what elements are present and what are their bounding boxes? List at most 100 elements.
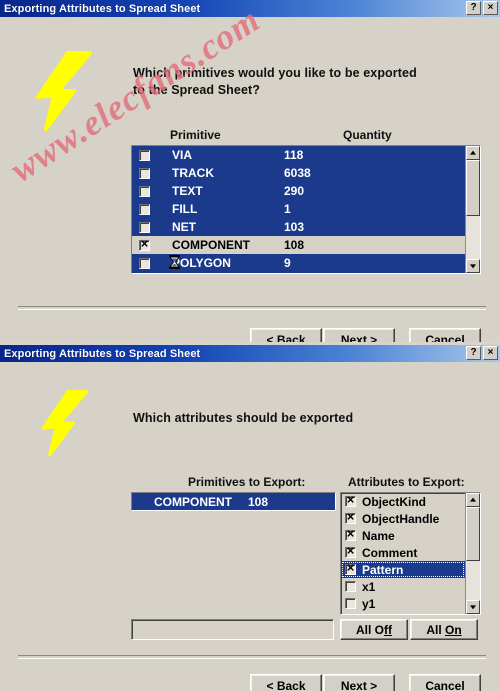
- attributes-to-export-list[interactable]: ObjectKind ObjectHandle Name Comment Pattern…: [340, 492, 481, 615]
- scroll-thumb-1[interactable]: [466, 160, 480, 216]
- chevron-up-icon-2: [470, 497, 476, 502]
- primitive-name: COMPONENT: [154, 494, 232, 509]
- attribute-label: ObjectKind: [362, 494, 427, 509]
- lightning-bolt-icon-1: [36, 51, 92, 131]
- help-button-2[interactable]: ?: [466, 346, 481, 360]
- footer-separator-1: [18, 306, 486, 310]
- checkbox-component[interactable]: [139, 237, 150, 251]
- back-button-1[interactable]: < Back: [250, 328, 322, 342]
- list-item[interactable]: ObjectKind: [341, 493, 465, 510]
- footer-separator-2: [18, 655, 486, 659]
- all-off-button[interactable]: All Off: [340, 619, 408, 640]
- primitive-quantity: 6038: [284, 166, 311, 180]
- dialog-body-1: Which primitives would you like to be ex…: [0, 0, 500, 342]
- attribute-label: Pattern: [362, 562, 404, 577]
- cancel-button-label-2: Cancel: [425, 678, 465, 691]
- all-off-button-label: All Off: [355, 622, 392, 637]
- attribute-label: ObjectHandle: [362, 511, 440, 526]
- table-row[interactable]: FILL 1: [132, 200, 465, 218]
- list-item[interactable]: x1: [341, 578, 465, 595]
- chevron-down-icon-2: [470, 605, 476, 610]
- table-row[interactable]: TEXT 290: [132, 182, 465, 200]
- table-row[interactable]: COMPONENT 108: [132, 236, 465, 254]
- checkbox-comment[interactable]: [345, 544, 356, 558]
- column-header-quantity: Quantity: [343, 128, 392, 142]
- export-primitives-dialog: Exporting Attributes to Spread Sheet ? ×…: [0, 0, 500, 342]
- checkbox-via[interactable]: [139, 149, 150, 161]
- list-item[interactable]: Comment: [341, 544, 465, 561]
- checkbox-objecthandle[interactable]: [345, 510, 356, 524]
- primitive-quantity: 108: [284, 238, 305, 252]
- primitive-quantity: 118: [284, 148, 304, 162]
- checkbox-polygon[interactable]: [139, 257, 150, 269]
- table-row[interactable]: POLYGON 9: [132, 254, 465, 272]
- prompt-line-1a: Which primitives would you like to be ex…: [133, 66, 417, 80]
- scroll-thumb-2[interactable]: [466, 507, 480, 561]
- primitives-detail-panel[interactable]: [131, 619, 334, 640]
- prompt-text-2: Which attributes should be exported: [133, 410, 463, 427]
- prompt-line-2a: Which attributes should be exported: [133, 411, 354, 425]
- table-row[interactable]: VIA 118: [132, 146, 465, 164]
- list-item[interactable]: ObjectHandle: [341, 510, 465, 527]
- checkbox-track[interactable]: [139, 167, 150, 179]
- list-item[interactable]: Pattern: [341, 561, 465, 578]
- close-button-1[interactable]: ×: [483, 1, 498, 15]
- attributes-to-export-label: Attributes to Export:: [348, 475, 465, 489]
- checkbox-fill[interactable]: [139, 203, 150, 215]
- checkbox-net[interactable]: [139, 221, 150, 233]
- checkbox-objectkind[interactable]: [345, 493, 356, 507]
- scroll-up-button-1[interactable]: [466, 146, 480, 160]
- list-item[interactable]: y1: [341, 595, 465, 612]
- chevron-up-icon-1: [470, 150, 476, 155]
- all-on-button-label: All On: [426, 622, 462, 637]
- scroll-up-button-2[interactable]: [466, 493, 480, 507]
- dialog-body-2: Which attributes should be exported Prim…: [0, 362, 500, 691]
- primitive-name: COMPONENT: [172, 238, 250, 252]
- primitives-to-export-list[interactable]: COMPONENT 108: [131, 492, 336, 511]
- help-button-1[interactable]: ?: [466, 1, 481, 15]
- attributes-rows: ObjectKind ObjectHandle Name Comment Pattern…: [341, 493, 465, 614]
- prompt-line-1b: to the Spread Sheet?: [133, 83, 261, 97]
- checkbox-y1[interactable]: [345, 598, 356, 609]
- primitive-quantity: 9: [284, 256, 291, 270]
- titlebar-buttons-2: ? ×: [466, 346, 498, 360]
- next-button-2[interactable]: Next >: [323, 674, 395, 691]
- close-button-2[interactable]: ×: [483, 346, 498, 360]
- attributes-scrollbar[interactable]: [465, 493, 480, 614]
- next-button-label-1: Next >: [340, 332, 378, 343]
- primitive-quantity: 290: [284, 184, 305, 198]
- next-button-1[interactable]: Next >: [323, 328, 395, 342]
- titlebar-2[interactable]: Exporting Attributes to Spread Sheet ? ×: [0, 345, 500, 362]
- scroll-track-1[interactable]: [466, 160, 480, 259]
- titlebar-buttons-1: ? ×: [466, 1, 498, 15]
- back-button-label-1: < Back: [266, 332, 306, 343]
- table-row[interactable]: NET 103: [132, 218, 465, 236]
- list-item[interactable]: Name: [341, 527, 465, 544]
- checkbox-text[interactable]: [139, 185, 150, 197]
- scroll-down-button-1[interactable]: [466, 259, 480, 273]
- list-item[interactable]: COMPONENT 108: [132, 493, 335, 510]
- scroll-track-2[interactable]: [466, 507, 480, 600]
- checkbox-pattern[interactable]: [345, 561, 356, 575]
- scroll-down-button-2[interactable]: [466, 600, 480, 614]
- attribute-label: Name: [362, 528, 395, 543]
- all-on-button[interactable]: All On: [410, 619, 478, 640]
- checkbox-x1[interactable]: [345, 581, 356, 592]
- primitive-name: TEXT: [172, 184, 203, 198]
- titlebar-1[interactable]: Exporting Attributes to Spread Sheet ? ×: [0, 0, 500, 17]
- cancel-button-1[interactable]: Cancel: [409, 328, 481, 342]
- window-title-1: Exporting Attributes to Spread Sheet: [4, 2, 201, 15]
- primitive-quantity: 1: [284, 202, 291, 216]
- primitive-name: TRACK: [172, 166, 214, 180]
- primitives-scrollbar[interactable]: [465, 146, 480, 273]
- table-row[interactable]: TRACK 6038: [132, 164, 465, 182]
- attribute-label: y1: [362, 596, 376, 611]
- column-header-primitive: Primitive: [170, 128, 221, 142]
- screen: Exporting Attributes to Spread Sheet ? ×…: [0, 0, 500, 691]
- cancel-button-label-1: Cancel: [425, 332, 465, 343]
- primitives-listbox[interactable]: VIA 118 TRACK 6038 TEXT 290 FILL 1 NET 103 COMPONE…: [131, 145, 481, 274]
- cancel-button-2[interactable]: Cancel: [409, 674, 481, 691]
- back-button-2[interactable]: < Back: [250, 674, 322, 691]
- back-button-label-2: < Back: [266, 678, 306, 691]
- checkbox-name[interactable]: [345, 527, 356, 541]
